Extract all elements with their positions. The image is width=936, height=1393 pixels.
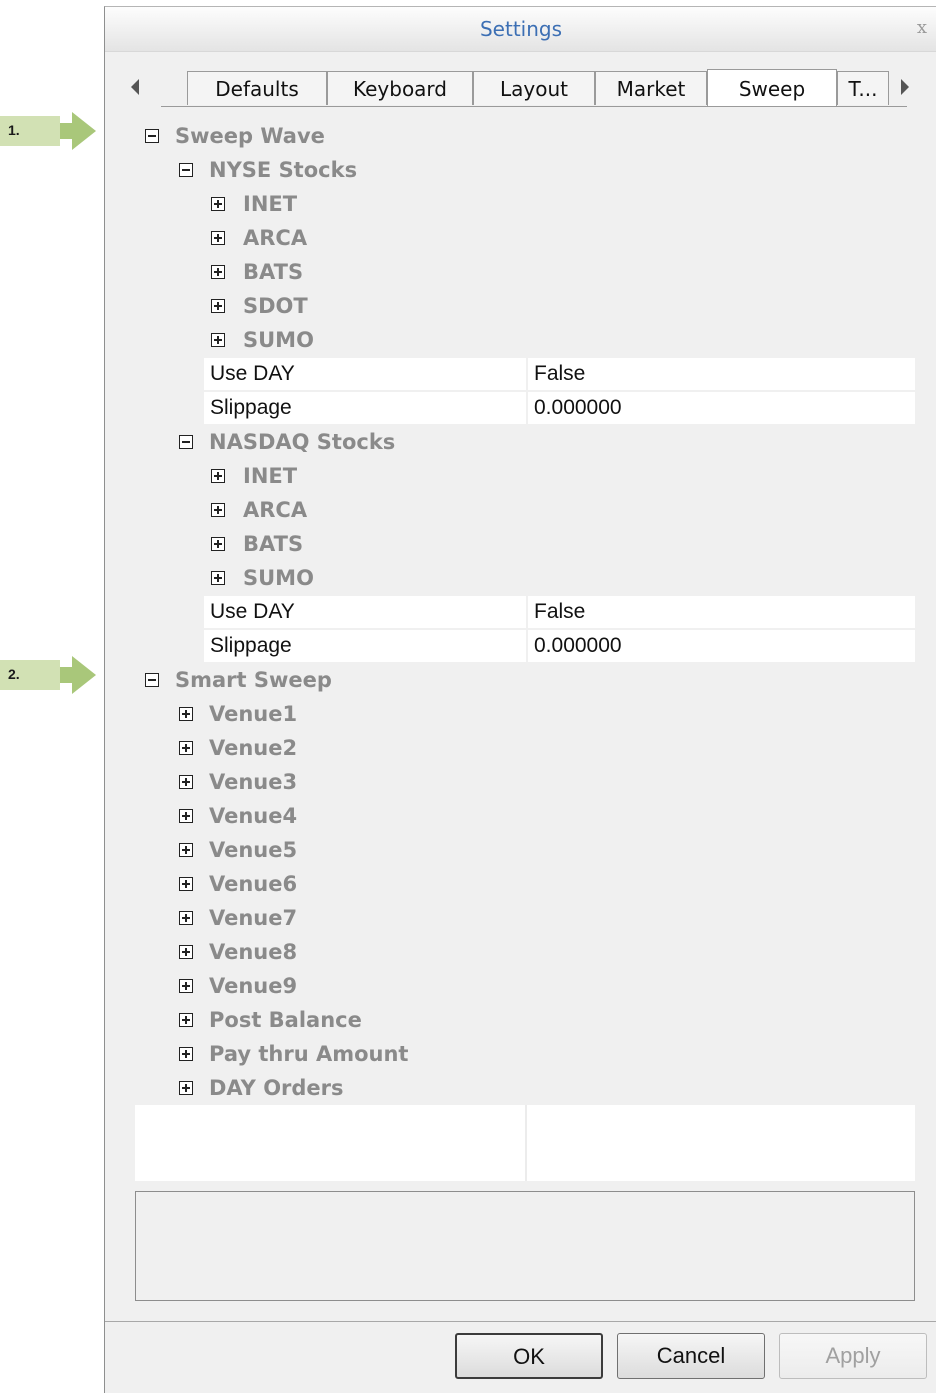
tab-strip: Defaults Keyboard Layout Market Sweep T.… — [105, 51, 936, 111]
property-name: Slippage — [210, 634, 292, 657]
property-value[interactable]: False — [534, 358, 585, 390]
expand-icon[interactable] — [179, 1013, 193, 1027]
tab-layout[interactable]: Layout — [473, 71, 595, 105]
expand-icon[interactable] — [179, 1081, 193, 1095]
tab-market[interactable]: Market — [595, 71, 707, 105]
empty-property-row — [135, 1105, 915, 1181]
expand-icon[interactable] — [179, 877, 193, 891]
cancel-button[interactable]: Cancel — [617, 1333, 765, 1379]
arrow-right-icon — [72, 112, 96, 150]
expand-icon[interactable] — [179, 707, 193, 721]
property-value[interactable]: 0.000000 — [534, 392, 622, 424]
scroll-right-icon[interactable] — [901, 79, 909, 95]
expand-icon[interactable] — [179, 843, 193, 857]
expand-icon[interactable] — [179, 945, 193, 959]
property-grid: Sweep Wave NYSE Stocks INET ARCA BATS SD… — [135, 119, 915, 1189]
expand-icon[interactable] — [211, 503, 225, 517]
expand-icon[interactable] — [211, 231, 225, 245]
expand-icon[interactable] — [179, 741, 193, 755]
title-bar: Settings x — [105, 7, 936, 52]
tab-keyboard[interactable]: Keyboard — [327, 71, 473, 105]
property-row-slippage[interactable]: Slippage 0.000000 — [204, 630, 915, 662]
collapse-icon[interactable] — [145, 129, 159, 143]
property-row-slippage[interactable]: Slippage 0.000000 — [204, 392, 915, 424]
dialog-title: Settings — [479, 17, 563, 41]
expand-icon[interactable] — [211, 469, 225, 483]
tab-sweep[interactable]: Sweep — [707, 69, 837, 107]
expand-icon[interactable] — [211, 299, 225, 313]
expand-icon[interactable] — [211, 265, 225, 279]
apply-button[interactable]: Apply — [779, 1333, 927, 1379]
collapse-icon[interactable] — [179, 435, 193, 449]
property-name: Use DAY — [210, 600, 295, 623]
collapse-icon[interactable] — [179, 163, 193, 177]
property-name: Use DAY — [210, 362, 295, 385]
annotation-label-1: 1. — [8, 122, 20, 138]
property-value[interactable]: 0.000000 — [534, 630, 622, 662]
annotation-arrow-2: 2. — [0, 656, 96, 696]
expand-icon[interactable] — [211, 333, 225, 347]
expand-icon[interactable] — [211, 197, 225, 211]
expand-icon[interactable] — [179, 1047, 193, 1061]
settings-dialog: Settings x Defaults Keyboard Layout Mark… — [104, 6, 936, 1393]
annotation-label-2: 2. — [8, 666, 20, 682]
expand-icon[interactable] — [179, 809, 193, 823]
tab-defaults[interactable]: Defaults — [187, 71, 327, 105]
annotation-arrow-1: 1. — [0, 112, 96, 152]
property-row-use-day[interactable]: Use DAY False — [204, 358, 915, 390]
expand-icon[interactable] — [211, 571, 225, 585]
expand-icon[interactable] — [179, 979, 193, 993]
close-icon[interactable]: x — [917, 17, 927, 38]
property-value[interactable]: False — [534, 596, 585, 628]
expand-icon[interactable] — [179, 775, 193, 789]
tab-truncated[interactable]: T... — [837, 71, 889, 105]
ok-button[interactable]: OK — [455, 1333, 603, 1379]
description-panel — [135, 1191, 915, 1301]
arrow-right-icon — [72, 656, 96, 694]
property-row-use-day[interactable]: Use DAY False — [204, 596, 915, 628]
collapse-icon[interactable] — [145, 673, 159, 687]
expand-icon[interactable] — [211, 537, 225, 551]
expand-icon[interactable] — [179, 911, 193, 925]
scroll-left-icon[interactable] — [131, 79, 139, 95]
property-name: Slippage — [210, 396, 292, 419]
